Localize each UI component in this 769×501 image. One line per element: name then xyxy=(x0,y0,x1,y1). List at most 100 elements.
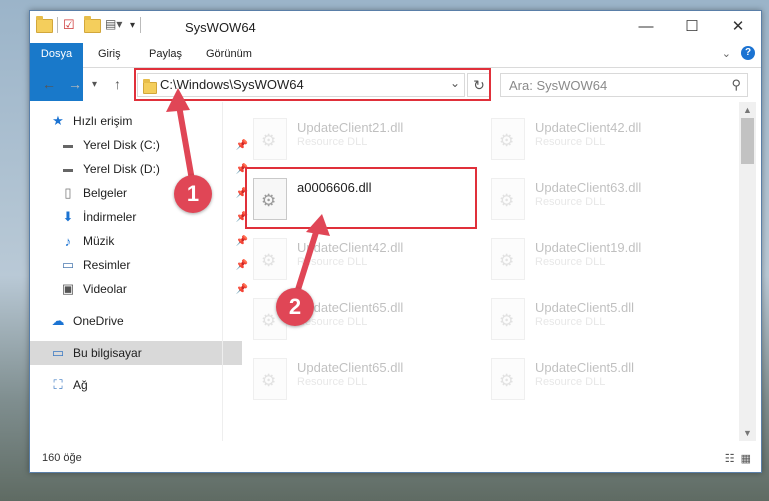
file-name: UpdateClient42.dll xyxy=(535,120,642,135)
status-bar: 160 öğe ☷ ▦ xyxy=(30,447,761,471)
search-icon: ⚲ xyxy=(731,77,741,92)
video-icon: ▣ xyxy=(61,281,75,296)
sidebar-item-label: Yerel Disk (D:) xyxy=(83,162,160,176)
file-type: Resource DLL xyxy=(535,196,606,208)
dll-file-icon xyxy=(253,238,287,280)
file-type: Resource DLL xyxy=(297,256,368,268)
file-type: Resource DLL xyxy=(297,376,368,388)
sidebar-item-documents[interactable]: ▯ Belgeler 📌 xyxy=(30,181,252,205)
close-button[interactable]: ✕ xyxy=(715,11,761,41)
computer-icon: ▭ xyxy=(51,345,65,360)
tab-home[interactable]: Giriş xyxy=(88,43,131,66)
tab-view[interactable]: Görünüm xyxy=(196,43,262,66)
large-icons-view-icon[interactable]: ▦ xyxy=(741,452,751,465)
sidebar-item-local-disk-c[interactable]: ▬ Yerel Disk (C:) 📌 xyxy=(30,133,252,157)
sidebar-item-local-disk-d[interactable]: ▬ Yerel Disk (D:) 📌 xyxy=(30,157,252,181)
maximize-button[interactable]: ☐ xyxy=(669,11,715,41)
file-highlight-box xyxy=(245,167,477,229)
title-bar: ☑ ▤▾ ▾ SysWOW64 — ☐ ✕ xyxy=(30,11,761,43)
toolbar-divider xyxy=(57,17,58,33)
sidebar-item-quick-access[interactable]: ★ Hızlı erişim xyxy=(30,109,242,133)
file-type: Resource DLL xyxy=(535,316,606,328)
back-button[interactable]: ← xyxy=(42,76,56,92)
sidebar-item-onedrive[interactable]: ☁ OneDrive xyxy=(30,309,242,333)
vertical-scrollbar[interactable]: ▲ ▼ xyxy=(739,102,756,441)
sidebar-item-network[interactable]: ⛶ Ağ xyxy=(30,373,242,397)
drive-icon: ▬ xyxy=(63,163,73,175)
file-type: Resource DLL xyxy=(297,136,368,148)
ribbon-tabs: Dosya Giriş Paylaş Görünüm ⌄ ? xyxy=(30,43,761,101)
sidebar-item-label: Bu bilgisayar xyxy=(73,346,142,360)
file-item[interactable]: UpdateClient21.dll Resource DLL xyxy=(245,112,475,170)
sidebar-item-label: Videolar xyxy=(83,282,127,296)
minimize-button[interactable]: — xyxy=(623,11,669,41)
sidebar-item-label: Belgeler xyxy=(83,186,128,200)
sidebar-item-videos[interactable]: ▣ Videolar 📌 xyxy=(30,277,252,301)
sidebar-item-this-pc[interactable]: ▭ Bu bilgisayar xyxy=(30,341,242,365)
file-name: UpdateClient19.dll xyxy=(535,240,642,255)
new-folder-icon[interactable] xyxy=(84,16,101,33)
network-icon: ⛶ xyxy=(53,377,63,392)
file-item[interactable]: UpdateClient63.dll Resource DLL xyxy=(483,172,713,230)
file-list: UpdateClient21.dll Resource DLL a0006606… xyxy=(223,102,739,441)
file-name: UpdateClient5.dll xyxy=(535,360,635,375)
details-view-icon[interactable]: ☷ xyxy=(725,452,735,465)
sidebar-item-pictures[interactable]: ▭ Resimler 📌 xyxy=(30,253,252,277)
scroll-down-icon[interactable]: ▼ xyxy=(743,428,752,438)
forward-button[interactable]: → xyxy=(68,76,82,92)
dll-file-icon xyxy=(491,178,525,220)
quick-access-toolbar: ☑ ▤▾ ▾ xyxy=(36,16,142,33)
step-badge-2: 2 xyxy=(276,288,314,326)
file-item[interactable]: UpdateClient65.dll Resource DLL xyxy=(245,352,475,410)
scroll-up-icon[interactable]: ▲ xyxy=(743,105,752,115)
file-type: Resource DLL xyxy=(535,136,606,148)
sidebar-item-label: Resimler xyxy=(83,258,131,272)
file-item[interactable]: UpdateClient5.dll Resource DLL xyxy=(483,352,713,410)
navigation-pane: ★ Hızlı erişim ▬ Yerel Disk (C:) 📌 ▬ Yer… xyxy=(30,102,248,441)
search-input[interactable]: Ara: SysWOW64 ⚲ xyxy=(500,73,748,97)
toolbar-divider xyxy=(140,17,142,33)
expand-ribbon-icon[interactable]: ⌄ xyxy=(722,47,731,60)
scrollbar-thumb[interactable] xyxy=(741,118,754,164)
pictures-icon: ▭ xyxy=(61,257,75,272)
dll-file-icon xyxy=(253,358,287,400)
window-title: SysWOW64 xyxy=(185,20,256,35)
file-item[interactable]: UpdateClient5.dll Resource DLL xyxy=(483,292,713,350)
address-highlight-box xyxy=(134,68,491,101)
dll-file-icon xyxy=(491,298,525,340)
tab-share[interactable]: Paylaş xyxy=(139,43,192,66)
folder-icon xyxy=(36,16,53,33)
sidebar-item-label: Müzik xyxy=(83,234,115,248)
download-icon: ⬇ xyxy=(62,209,74,224)
documents-icon: ▯ xyxy=(64,185,72,200)
up-button[interactable]: ↑ xyxy=(114,76,121,92)
sidebar-item-label: Ağ xyxy=(73,378,88,392)
sidebar-item-label: OneDrive xyxy=(73,314,124,328)
customize-icon[interactable]: ▤▾ xyxy=(105,17,122,33)
sidebar-item-label: Yerel Disk (C:) xyxy=(83,138,160,152)
recent-locations-icon[interactable]: ▾ xyxy=(92,79,97,90)
sidebar-item-label: Hızlı erişim xyxy=(73,114,133,128)
item-count: 160 öğe xyxy=(42,452,82,464)
file-name: UpdateClient63.dll xyxy=(535,180,642,195)
properties-icon[interactable]: ☑ xyxy=(63,17,79,33)
sidebar-item-label: İndirmeler xyxy=(83,210,137,224)
file-name: UpdateClient65.dll xyxy=(297,360,404,375)
dll-file-icon xyxy=(491,238,525,280)
file-type: Resource DLL xyxy=(535,256,606,268)
step-badge-1: 1 xyxy=(174,175,212,213)
star-icon: ★ xyxy=(52,113,64,128)
music-icon: ♪ xyxy=(64,233,72,249)
qat-dropdown-icon[interactable]: ▾ xyxy=(130,20,135,31)
file-item[interactable]: UpdateClient42.dll Resource DLL xyxy=(245,232,475,290)
file-item[interactable]: UpdateClient19.dll Resource DLL xyxy=(483,232,713,290)
cloud-icon: ☁ xyxy=(51,313,65,328)
help-icon[interactable]: ? xyxy=(741,46,755,60)
file-item[interactable]: UpdateClient42.dll Resource DLL xyxy=(483,112,713,170)
dll-file-icon xyxy=(491,118,525,160)
dll-file-icon xyxy=(253,118,287,160)
sidebar-item-music[interactable]: ♪ Müzik 📌 xyxy=(30,229,252,253)
search-placeholder: Ara: SysWOW64 xyxy=(509,78,608,93)
drive-icon: ▬ xyxy=(63,139,73,151)
sidebar-item-downloads[interactable]: ⬇ İndirmeler 📌 xyxy=(30,205,252,229)
